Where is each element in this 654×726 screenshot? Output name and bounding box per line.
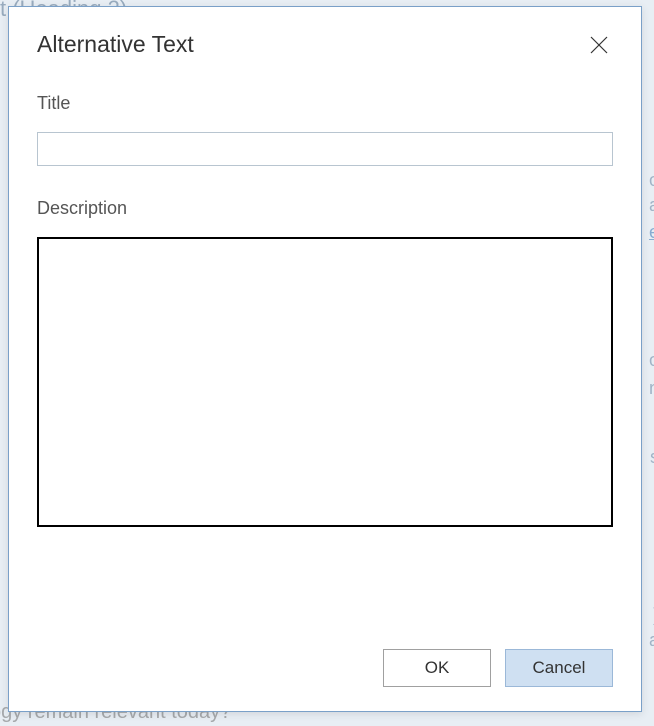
dialog-title: Alternative Text [37, 31, 194, 58]
background-text: a [649, 195, 654, 216]
cancel-button[interactable]: Cancel [505, 649, 613, 687]
button-row: OK Cancel [37, 629, 613, 687]
background-text: n [649, 378, 654, 399]
close-icon [589, 35, 609, 55]
alternative-text-dialog: Alternative Text Title Description OK Ca… [8, 6, 642, 712]
description-label: Description [37, 198, 613, 219]
ok-button[interactable]: OK [383, 649, 491, 687]
background-text: e [649, 222, 654, 243]
title-label: Title [37, 93, 613, 114]
description-textarea[interactable] [37, 237, 613, 527]
background-text: o [649, 350, 654, 371]
background-text: a [649, 630, 654, 651]
background-text: o [649, 170, 654, 191]
background-text: s [650, 447, 654, 468]
title-input[interactable] [37, 132, 613, 166]
dialog-header: Alternative Text [37, 31, 613, 59]
close-button[interactable] [585, 31, 613, 59]
